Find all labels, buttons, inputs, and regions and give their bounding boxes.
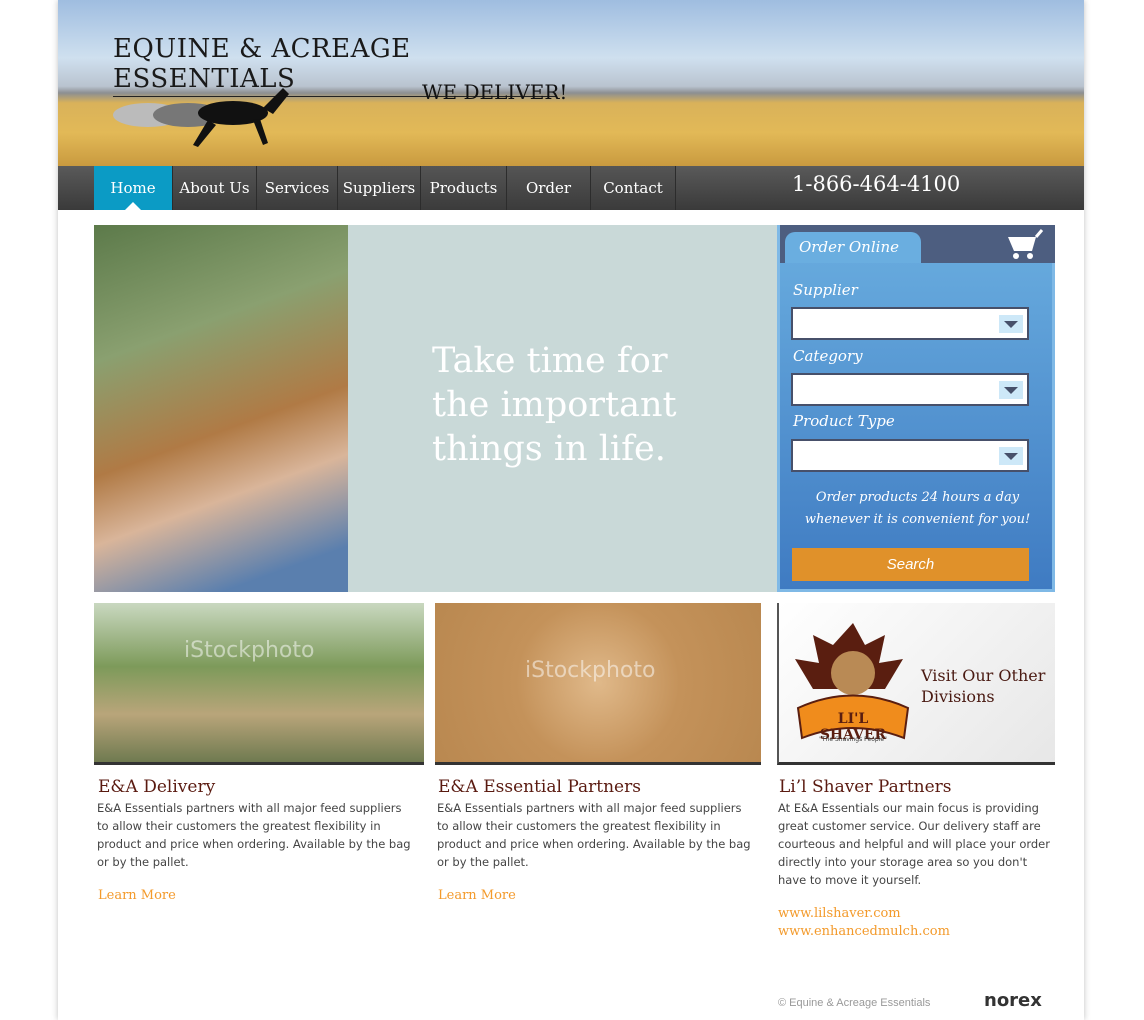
grain-photo[interactable]: iStockphoto — [435, 603, 761, 765]
header-banner: EQUINE & ACREAGE ESSENTIALS WE DELIVER! — [58, 0, 1084, 166]
card-body: At E&A Essentials our main focus is prov… — [778, 801, 1050, 887]
chevron-down-icon[interactable] — [999, 447, 1023, 465]
card-title: E&A Essential Partners — [438, 777, 641, 797]
visit-divisions-text: Visit Our Other Divisions — [921, 666, 1046, 706]
card-body: E&A Essentials partners with all major f… — [437, 801, 751, 869]
order-note: Order products 24 hours a day whenever i… — [804, 490, 1031, 527]
order-online-panel: Order Online Supplier Category Product T… — [777, 225, 1055, 592]
nav-home[interactable]: Home — [94, 166, 173, 210]
nav-services[interactable]: Services — [257, 166, 338, 210]
nav-products[interactable]: Products — [421, 166, 507, 210]
copyright: © Equine & Acreage Essentials — [778, 997, 931, 1009]
page: EQUINE & ACREAGE ESSENTIALS WE DELIVER! … — [58, 0, 1084, 1020]
supplier-select[interactable] — [791, 307, 1029, 340]
delivery-photo[interactable]: iStockphoto — [94, 603, 424, 765]
lil-shaver-logo: LI'L SHAVER "The Shavings People" — [793, 623, 913, 748]
card-title: Li’l Shaver Partners — [779, 777, 952, 797]
phone-number: 1-866-464-4100 — [792, 172, 961, 196]
order-title: Order Online — [785, 232, 921, 263]
card-body: E&A Essentials partners with all major f… — [97, 801, 411, 869]
card-title: E&A Delivery — [98, 777, 216, 797]
watermark: iStockphoto — [525, 658, 656, 683]
chevron-down-icon[interactable] — [999, 381, 1023, 399]
hero-text: Take time for the important things in li… — [432, 341, 677, 469]
other-divisions-banner[interactable]: LI'L SHAVER "The Shavings People" Visit … — [777, 603, 1055, 765]
hero-panel: Take time for the important things in li… — [348, 225, 777, 592]
category-label: Category — [793, 347, 863, 365]
order-header: Order Online — [780, 225, 1055, 263]
search-button[interactable]: Search — [792, 548, 1029, 581]
horses-icon — [113, 88, 289, 147]
category-select[interactable] — [791, 373, 1029, 406]
chevron-down-icon[interactable] — [999, 315, 1023, 333]
nav-about-us[interactable]: About Us — [173, 166, 257, 210]
nav-order[interactable]: Order — [507, 166, 591, 210]
tagline: WE DELIVER! — [422, 80, 568, 104]
product-type-label: Product Type — [793, 412, 895, 430]
nav-suppliers[interactable]: Suppliers — [338, 166, 421, 210]
enhancedmulch-link[interactable]: www.enhancedmulch.com — [778, 924, 950, 939]
learn-more-link[interactable]: Learn More — [438, 888, 516, 903]
product-type-select[interactable] — [791, 439, 1029, 472]
learn-more-link[interactable]: Learn More — [98, 888, 176, 903]
nav-contact[interactable]: Contact — [591, 166, 676, 210]
norex-logo[interactable]: norex — [984, 990, 1042, 1011]
hero-photo — [94, 225, 348, 592]
watermark: iStockphoto — [184, 638, 315, 663]
lilshaver-link[interactable]: www.lilshaver.com — [778, 906, 901, 921]
supplier-label: Supplier — [793, 281, 858, 299]
cart-icon[interactable] — [1006, 229, 1044, 261]
